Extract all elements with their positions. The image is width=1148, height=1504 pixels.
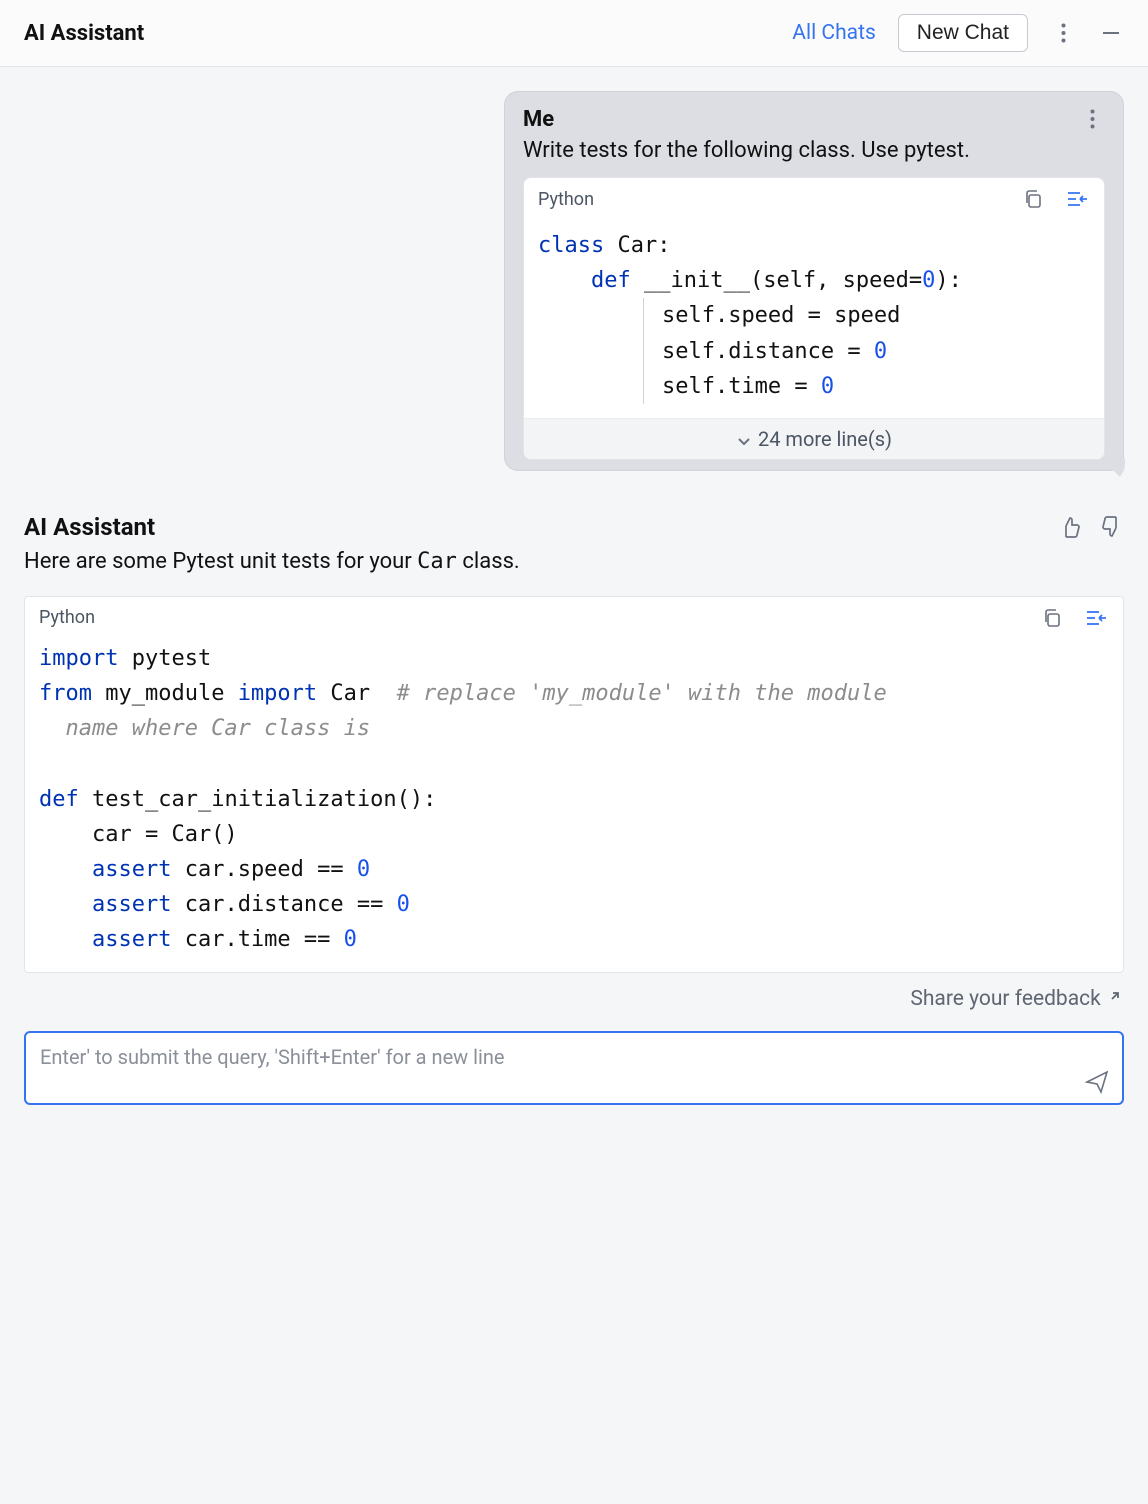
code-language-label: Python [39,607,95,628]
insert-code-icon[interactable] [1083,605,1109,631]
assistant-code-content: import pytest from my_module import Car … [25,639,1123,972]
expand-code-button[interactable]: 24 more line(s) [524,418,1104,459]
code-token: 0 [922,268,935,293]
assistant-label: AI Assistant [24,513,155,541]
assistant-code-block: Python import pytest from my_module impo… [24,596,1124,973]
code-token: ): [935,268,962,293]
code-token: (self, speed= [750,268,922,293]
header-actions: All Chats New Chat [792,14,1124,52]
thumbs-up-icon[interactable] [1058,514,1084,540]
code-token: self.speed = speed [662,303,900,328]
user-message: Me Write tests for the following class. … [504,91,1124,471]
expand-code-label: 24 more line(s) [758,427,892,451]
user-message-text: Write tests for the following class. Use… [523,138,1105,163]
conversation-panel: Me Write tests for the following class. … [0,67,1148,973]
assistant-text: Here are some Pytest unit tests for your… [24,549,1124,574]
code-token: def [39,787,79,812]
user-code-block: Python class Car: def __init__(self, spe… [523,177,1105,460]
copy-icon[interactable] [1039,605,1065,631]
assistant-message: AI Assistant Here are some Pytest unit t… [24,513,1124,973]
code-token: 0 [357,857,370,882]
code-token: assert [92,927,171,952]
code-token: def [591,268,631,293]
kebab-menu-icon[interactable] [1050,20,1076,46]
chat-input-container[interactable] [24,1031,1124,1105]
minimize-icon[interactable] [1098,20,1124,46]
share-feedback-label: Share your feedback [910,987,1100,1011]
new-chat-button[interactable]: New Chat [898,14,1028,52]
all-chats-link[interactable]: All Chats [792,21,876,45]
code-token: 0 [344,927,357,952]
thumbs-down-icon[interactable] [1098,514,1124,540]
code-token: self.distance = [662,339,874,364]
code-token: Car [317,681,396,706]
code-token: car.time == [171,927,343,952]
message-menu-icon[interactable] [1079,106,1105,132]
code-token: my_module [92,681,238,706]
inline-code: Car [417,549,457,574]
code-token: class [538,233,604,258]
code-token: pytest [118,646,211,671]
code-token: 0 [397,892,410,917]
code-token: test_car_initialization(): [79,787,437,812]
code-token: import [238,681,317,706]
code-token: assert [92,857,171,882]
code-comment: name where Car class is [39,716,370,741]
text-part: Here are some Pytest unit tests for your [24,549,417,574]
insert-code-icon[interactable] [1064,186,1090,212]
header-bar: AI Assistant All Chats New Chat [0,0,1148,67]
chat-input[interactable] [38,1043,1074,1095]
app-title: AI Assistant [24,21,144,46]
code-token: 0 [874,339,887,364]
send-icon[interactable] [1084,1069,1110,1095]
share-feedback-link[interactable]: Share your feedback [0,973,1148,1011]
code-token: __init__ [631,268,750,293]
code-token: assert [92,892,171,917]
code-token: 0 [821,374,834,399]
code-token: from [39,681,92,706]
code-token: import [39,646,118,671]
code-comment: # replace 'my_module' with the module [397,681,887,706]
code-token: car.distance == [171,892,396,917]
user-label: Me [523,107,554,132]
code-token: car = Car() [39,822,238,847]
code-language-label: Python [538,189,594,210]
text-part: class. [457,549,520,574]
code-token: self.time = [662,374,821,399]
code-token: Car: [604,233,670,258]
copy-icon[interactable] [1020,186,1046,212]
code-token: car.speed == [171,857,356,882]
user-code-content: class Car: def __init__(self, speed=0): … [524,220,1104,418]
